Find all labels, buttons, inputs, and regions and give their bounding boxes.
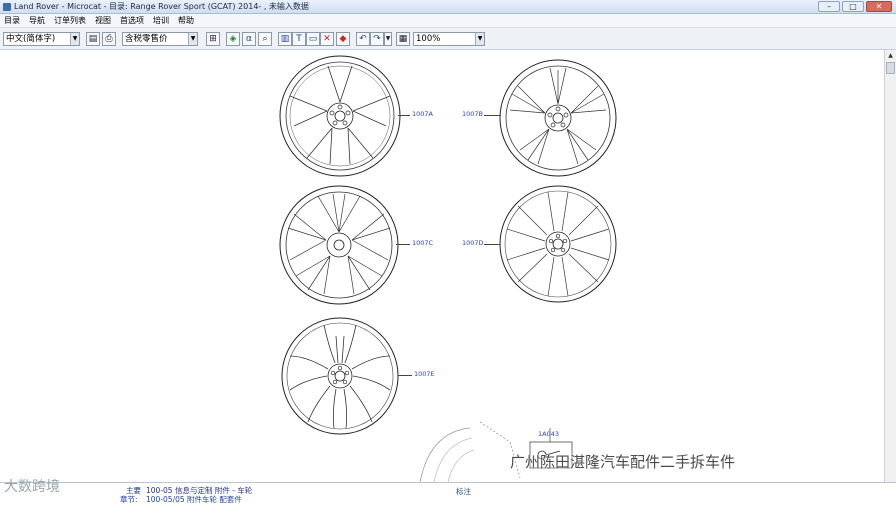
title-bar: Land Rover - Microcat - 目录: Range Rover … (0, 0, 896, 14)
tag-icon[interactable]: ◈ (226, 32, 240, 46)
scroll-thumb[interactable] (886, 62, 895, 74)
scroll-up-icon[interactable]: ▲ (886, 51, 895, 61)
callout-1007c[interactable]: 1007C (412, 239, 433, 247)
grid-icon[interactable]: ⊞ (206, 32, 220, 46)
zoom-value: 100% (416, 34, 441, 44)
layout-icon[interactable]: ▥ (278, 32, 292, 46)
menu-view[interactable]: 视图 (95, 15, 111, 26)
menu-help[interactable]: 帮助 (178, 15, 194, 26)
menu-order-list[interactable]: 订单列表 (54, 15, 86, 26)
price-mode-value: 含税零售价 (125, 34, 168, 44)
language-select-value: 中文(简体字) (6, 34, 56, 44)
delete-icon[interactable]: ✕ (320, 32, 334, 46)
close-button[interactable]: ✕ (866, 1, 892, 12)
wheel-1007b-drawing[interactable] (498, 58, 618, 178)
zoom-select[interactable]: 100% ▼ (413, 32, 485, 46)
chevron-down-icon[interactable]: ▼ (384, 32, 392, 46)
menu-navigation[interactable]: 导航 (29, 15, 45, 26)
printer-icon[interactable]: ⎙ (102, 32, 116, 46)
chevron-down-icon: ▼ (475, 33, 484, 45)
window-controls: – □ ✕ (818, 1, 892, 12)
leader-line (398, 115, 410, 116)
callout-1007e[interactable]: 1007E (414, 370, 435, 378)
menu-catalog[interactable]: 目录 (4, 15, 20, 26)
diagram-area: 1007A 1007B 1007C 1007D 1007E 1A043 (0, 50, 884, 482)
alpha-icon: α (246, 34, 252, 44)
undo-icon[interactable]: ↶ (356, 32, 370, 46)
toolbar: 中文(简体字) ▼ ▤ ⎙ 含税零售价 ▼ ⊞ ◈ α ⌕ ▥ T ▭ ✕ ◆ … (0, 28, 896, 50)
menu-bar: 目录 导航 订单列表 视图 首选项 培训 帮助 (0, 14, 896, 28)
wheel-1007d-drawing[interactable] (498, 184, 618, 304)
wheel-1007e-drawing[interactable] (280, 316, 400, 436)
price-mode-select[interactable]: 含税零售价 ▼ (122, 32, 198, 46)
text-icon[interactable]: T (292, 32, 306, 46)
leader-line (484, 244, 500, 245)
print-preview-icon[interactable]: ▤ (86, 32, 100, 46)
callout-1a043[interactable]: 1A043 (538, 430, 559, 438)
menu-preferences[interactable]: 首选项 (120, 15, 144, 26)
watermark-left: 大数跨境 (4, 479, 60, 495)
leader-line (396, 244, 410, 245)
language-select[interactable]: 中文(简体字) ▼ (3, 32, 80, 46)
page-icon[interactable]: ▦ (396, 32, 410, 46)
status-bar: 主要 100-05 信息与定制 附件 - 车轮 章节: 100-05/05 附件… (0, 482, 896, 504)
watermark-right: 广州陈田湛隆汽车配件二手拆车件 (510, 453, 736, 471)
redo-icon[interactable]: ↷ (370, 32, 384, 46)
eraser-icon[interactable]: ◆ (336, 32, 350, 46)
wheel-1007c-drawing[interactable] (278, 184, 400, 306)
minimize-button[interactable]: – (818, 1, 840, 12)
status-section-label: 章节: (120, 495, 138, 504)
magnifier-icon[interactable]: ⌕ (258, 32, 272, 46)
alpha-search-button[interactable]: α (242, 32, 256, 46)
callout-1007a[interactable]: 1007A (412, 110, 433, 118)
vertical-scrollbar[interactable]: ▲ (884, 50, 896, 482)
window-title: Land Rover - Microcat - 目录: Range Rover … (14, 2, 309, 11)
leader-line (398, 375, 412, 376)
wheel-1007a-drawing[interactable] (278, 54, 402, 178)
maximize-button[interactable]: □ (842, 1, 864, 12)
status-note-label: 标注 (456, 487, 471, 496)
wheel-valve-drawing[interactable] (400, 418, 600, 482)
leader-line (484, 115, 500, 116)
window-icon[interactable]: ▭ (306, 32, 320, 46)
chevron-down-icon: ▼ (188, 33, 197, 45)
callout-1007d[interactable]: 1007D (462, 239, 484, 247)
status-section-value: 100-05/05 附件车轮 配套件 (146, 495, 242, 504)
menu-training[interactable]: 培训 (153, 15, 169, 26)
app-icon (3, 3, 11, 11)
callout-1007b[interactable]: 1007B (462, 110, 483, 118)
chevron-down-icon: ▼ (70, 33, 79, 45)
microcat-window: Land Rover - Microcat - 目录: Range Rover … (0, 0, 896, 504)
